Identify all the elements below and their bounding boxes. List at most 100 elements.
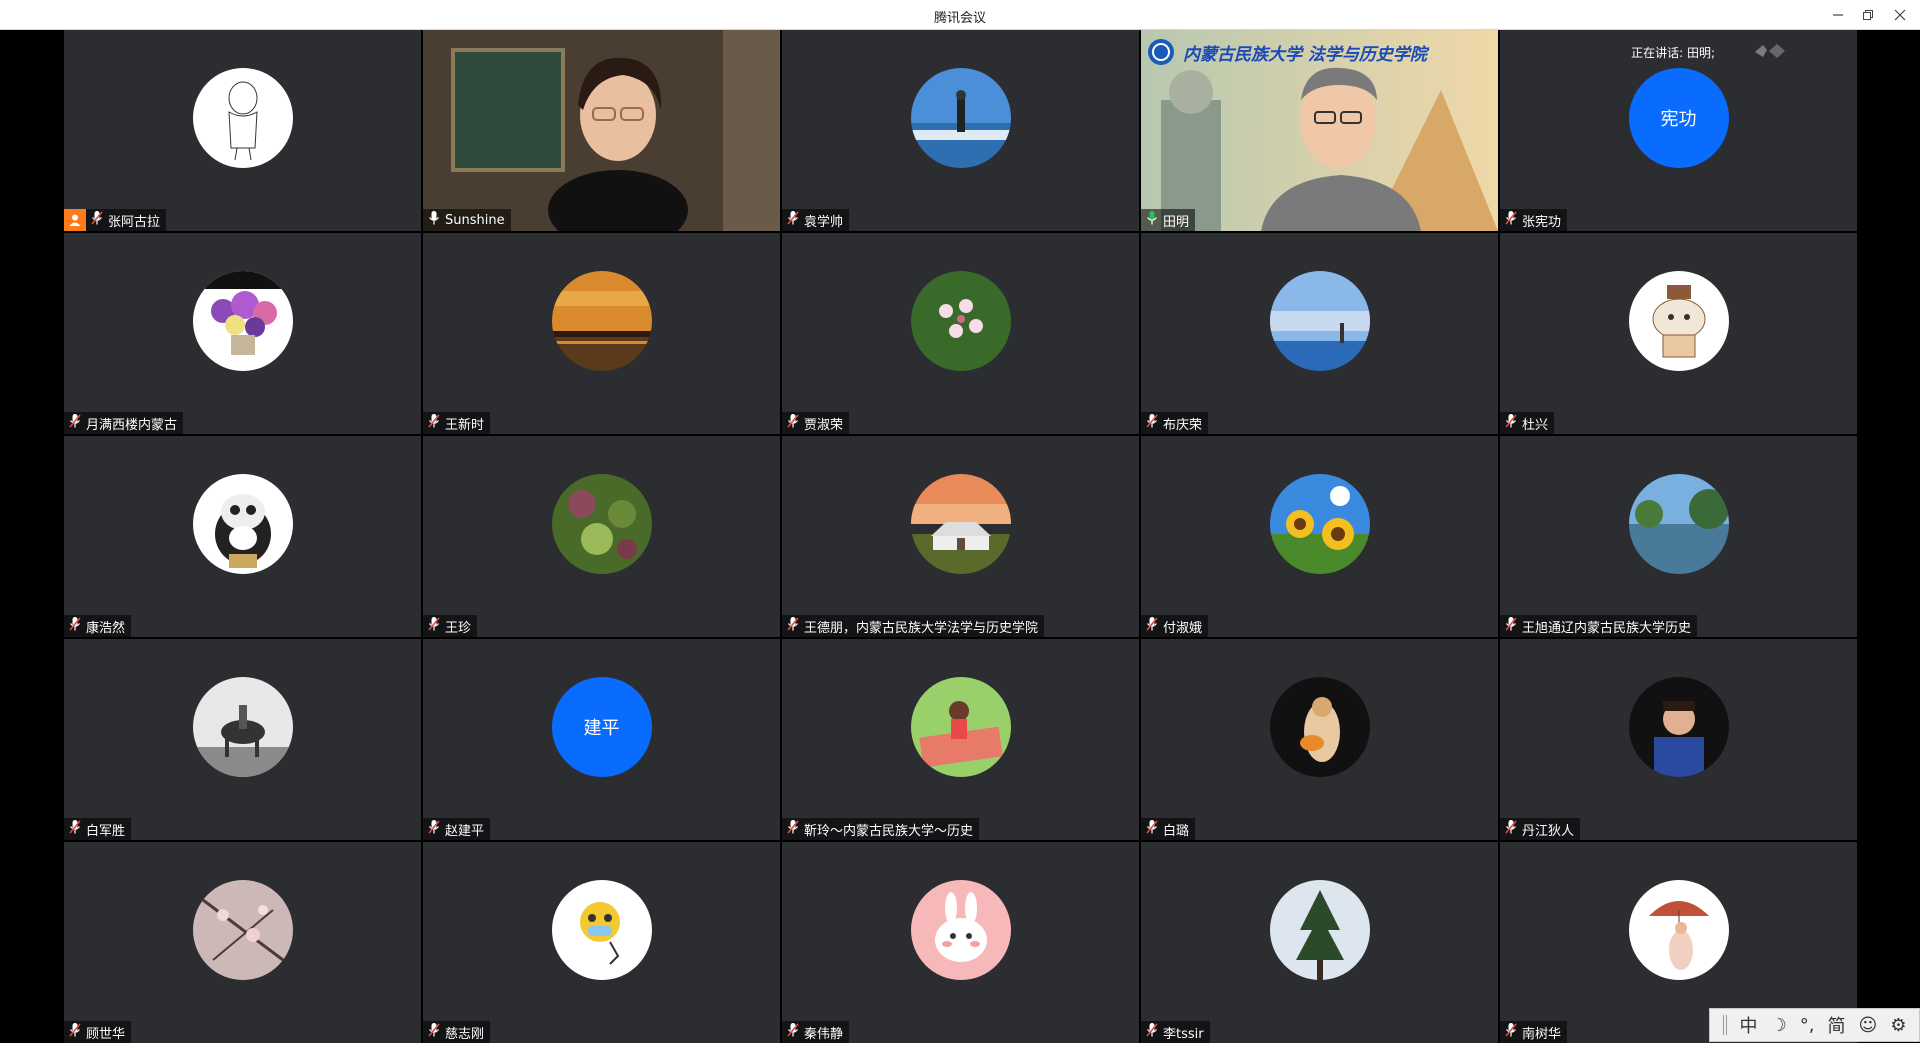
participant-tile[interactable]: 白军胜 bbox=[64, 639, 421, 840]
nameplate: 布庆荣 bbox=[1141, 412, 1209, 434]
reaction-icon[interactable] bbox=[1753, 42, 1787, 64]
participant-name: 王新时 bbox=[445, 417, 485, 433]
participant-tile[interactable]: 康浩然 bbox=[64, 436, 421, 637]
window-title: 腾讯会议 bbox=[933, 11, 986, 26]
participant-tile[interactable]: 慈志刚 bbox=[423, 842, 780, 1043]
speaking-indicator: 正在讲话: 田明; bbox=[1621, 44, 1715, 72]
nameplate: 秦伟静 bbox=[782, 1021, 850, 1043]
mic-muted-icon bbox=[786, 413, 804, 433]
participant-name: 南树华 bbox=[1522, 1026, 1562, 1042]
participant-tile[interactable]: 贾淑荣 bbox=[782, 233, 1139, 434]
participant-tile[interactable]: 丹江狄人 bbox=[1500, 639, 1857, 840]
participant-name: 顾世华 bbox=[86, 1026, 126, 1042]
ime-settings-icon[interactable]: ⚙ bbox=[1890, 1015, 1906, 1036]
participant-tile[interactable]: 王旭通辽内蒙古民族大学历史 bbox=[1500, 436, 1857, 637]
participant-tile[interactable]: 李tssir bbox=[1141, 842, 1498, 1043]
minimize-icon bbox=[1833, 14, 1843, 16]
ime-punct-button[interactable]: °, bbox=[1800, 1015, 1815, 1036]
close-button[interactable] bbox=[1886, 3, 1914, 27]
participant-grid: 张阿古拉 Sunshine 袁学帅 内蒙古民族大学 法学与历史学院 田明 宪功 张宪功 正在讲… bbox=[64, 30, 1857, 1043]
participant-name: 张宪功 bbox=[1522, 214, 1562, 230]
ime-moon-icon[interactable]: ☽ bbox=[1771, 1015, 1787, 1036]
mic-muted-icon bbox=[1145, 1022, 1163, 1042]
participant-name: 秦伟静 bbox=[804, 1026, 844, 1042]
speaking-label: 正在讲话: 田明; bbox=[1631, 46, 1715, 60]
participant-tile[interactable]: 付淑娥 bbox=[1141, 436, 1498, 637]
avatar bbox=[910, 677, 1011, 777]
nameplate: 靳玲～内蒙古民族大学～历史 bbox=[782, 818, 980, 840]
participant-tile[interactable]: 杜兴 bbox=[1500, 233, 1857, 434]
participant-tile[interactable]: 王德朋，内蒙古民族大学法学与历史学院 bbox=[782, 436, 1139, 637]
minimize-button[interactable] bbox=[1824, 3, 1852, 27]
mic-muted-icon bbox=[1145, 413, 1163, 433]
avatar: 建平 bbox=[551, 677, 652, 777]
nameplate: 王新时 bbox=[423, 412, 491, 434]
restore-icon bbox=[1863, 10, 1873, 20]
mic-muted-icon bbox=[786, 819, 804, 839]
participant-tile[interactable]: 宪功 张宪功 正在讲话: 田明; bbox=[1500, 30, 1857, 231]
participant-name: 王珍 bbox=[445, 620, 472, 636]
avatar bbox=[192, 271, 293, 371]
nameplate: 赵建平 bbox=[423, 818, 491, 840]
participant-tile[interactable]: 顾世华 bbox=[64, 842, 421, 1043]
nameplate: 月满西楼内蒙古 bbox=[64, 412, 184, 434]
participant-name: 贾淑荣 bbox=[804, 417, 844, 433]
mic-muted-icon bbox=[427, 210, 445, 230]
mic-muted-icon bbox=[427, 1022, 445, 1042]
participant-name: 杜兴 bbox=[1522, 417, 1549, 433]
ime-mode-button[interactable]: 中 bbox=[1740, 1012, 1758, 1038]
nameplate: 顾世华 bbox=[64, 1021, 132, 1043]
avatar bbox=[192, 677, 293, 777]
participant-tile[interactable]: 靳玲～内蒙古民族大学～历史 bbox=[782, 639, 1139, 840]
ime-emoji-icon[interactable]: ☺ bbox=[1859, 1015, 1878, 1036]
avatar bbox=[551, 474, 652, 574]
ime-grip[interactable] bbox=[1722, 1015, 1727, 1035]
avatar bbox=[1269, 271, 1370, 371]
maximize-button[interactable] bbox=[1854, 3, 1882, 27]
mic-muted-icon bbox=[1504, 819, 1522, 839]
participant-name: 月满西楼内蒙古 bbox=[86, 417, 178, 433]
participant-name: 白军胜 bbox=[86, 823, 126, 839]
avatar bbox=[551, 880, 652, 980]
nameplate: 张宪功 bbox=[1500, 209, 1568, 231]
participant-tile[interactable]: 布庆荣 bbox=[1141, 233, 1498, 434]
participant-name: 王旭通辽内蒙古民族大学历史 bbox=[1522, 620, 1692, 636]
participant-tile[interactable]: 建平赵建平 bbox=[423, 639, 780, 840]
avatar bbox=[1628, 474, 1729, 574]
mic-muted-icon bbox=[786, 1022, 804, 1042]
nameplate: 王旭通辽内蒙古民族大学历史 bbox=[1500, 615, 1698, 637]
participant-tile[interactable]: 月满西楼内蒙古 bbox=[64, 233, 421, 434]
mic-muted-icon bbox=[427, 819, 445, 839]
nameplate: 王珍 bbox=[423, 615, 478, 637]
video-banner-text: 内蒙古民族大学 法学与历史学院 bbox=[1183, 45, 1427, 65]
nameplate: 付淑娥 bbox=[1141, 615, 1209, 637]
participant-tile[interactable]: 内蒙古民族大学 法学与历史学院田明 bbox=[1141, 30, 1498, 231]
avatar bbox=[1628, 880, 1729, 980]
participant-tile[interactable]: 袁学帅 bbox=[782, 30, 1139, 231]
participant-tile[interactable]: 张阿古拉 bbox=[64, 30, 421, 231]
participant-tile[interactable]: 王新时 bbox=[423, 233, 780, 434]
nameplate: 康浩然 bbox=[64, 615, 132, 637]
nameplate: 王德朋，内蒙古民族大学法学与历史学院 bbox=[782, 615, 1045, 637]
participant-tile[interactable]: 秦伟静 bbox=[782, 842, 1139, 1043]
participant-tile[interactable]: 白璐 bbox=[1141, 639, 1498, 840]
mic-muted-icon bbox=[68, 616, 86, 636]
avatar bbox=[1269, 474, 1370, 574]
participant-name: 付淑娥 bbox=[1163, 620, 1203, 636]
avatar bbox=[910, 474, 1011, 574]
participant-name: 张阿古拉 bbox=[108, 214, 161, 230]
participant-name: 田明 bbox=[1163, 214, 1190, 230]
avatar bbox=[192, 474, 293, 574]
avatar bbox=[1628, 677, 1729, 777]
ime-simplified-button[interactable]: 简 bbox=[1828, 1012, 1846, 1038]
mic-muted-icon bbox=[427, 413, 445, 433]
mic-muted-icon bbox=[1504, 616, 1522, 636]
participant-name: 白璐 bbox=[1163, 823, 1190, 839]
avatar bbox=[910, 880, 1011, 980]
mic-muted-icon bbox=[1504, 1022, 1522, 1042]
participant-tile[interactable]: 王珍 bbox=[423, 436, 780, 637]
nameplate: 丹江狄人 bbox=[1500, 818, 1581, 840]
avatar bbox=[910, 271, 1011, 371]
participant-tile[interactable]: Sunshine bbox=[423, 30, 780, 231]
close-icon bbox=[1894, 9, 1906, 21]
